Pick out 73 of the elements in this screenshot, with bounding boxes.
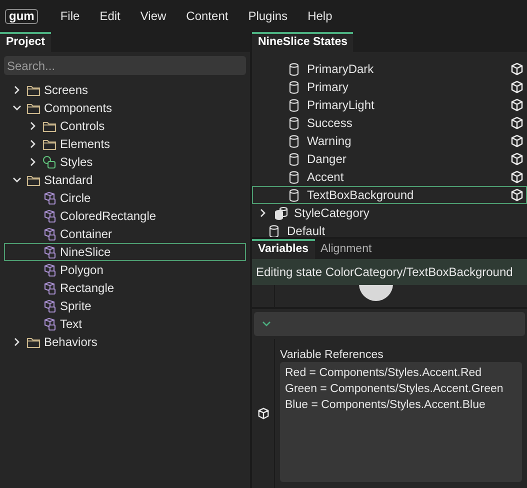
cube-icon[interactable] <box>510 170 524 184</box>
tree-item[interactable]: Circle <box>4 189 246 207</box>
cube-icon[interactable] <box>510 116 524 130</box>
state-item[interactable]: TextBoxBackground <box>252 186 527 204</box>
component-icon <box>42 227 57 241</box>
chevron-right-icon[interactable] <box>28 139 38 149</box>
cube-icon[interactable] <box>510 80 524 94</box>
state-item[interactable]: Danger <box>252 150 527 168</box>
app-logo[interactable]: gum <box>5 8 38 24</box>
folder-icon <box>26 83 41 97</box>
tree-item[interactable]: Standard <box>4 171 246 189</box>
chevron-right-icon[interactable] <box>28 121 38 131</box>
tab[interactable]: Variables <box>252 239 315 259</box>
menu-item[interactable]: Edit <box>90 9 130 23</box>
state-item[interactable]: Warning <box>252 132 527 150</box>
cube-icon[interactable] <box>510 152 524 166</box>
tree-item[interactable]: Components <box>4 99 246 117</box>
folder-icon <box>42 119 57 133</box>
state-item[interactable]: Success <box>252 114 527 132</box>
state-item[interactable]: StyleCategory <box>252 204 527 222</box>
state-item[interactable]: PrimaryLight <box>252 96 527 114</box>
references-field[interactable]: Red = Components/Styles.Accent.Red Green = Components/Styles.Accent.Green Blue = Components/Styles.Accent.Blue <box>280 362 522 482</box>
cube-icon[interactable] <box>510 62 524 76</box>
tree-item[interactable]: Screens <box>4 81 246 99</box>
cylinders-icon <box>274 206 289 220</box>
chevron-right-icon[interactable] <box>12 337 22 347</box>
field-label: Variable References <box>280 349 384 361</box>
menu-item[interactable]: Content <box>176 9 238 23</box>
tree-item[interactable]: Controls <box>4 117 246 135</box>
component-icon <box>42 263 57 277</box>
folder-icon <box>42 137 57 151</box>
tab[interactable]: Alignment <box>314 239 378 259</box>
chevron-down-icon[interactable] <box>12 175 22 185</box>
state-item[interactable]: Default <box>252 222 527 237</box>
component-icon <box>42 299 57 313</box>
chevron-right-icon[interactable] <box>258 208 268 218</box>
styles-icon <box>42 155 57 169</box>
component-icon <box>42 281 57 295</box>
chevron-right-icon[interactable] <box>28 157 38 167</box>
cube-icon[interactable] <box>510 98 524 112</box>
tree-item[interactable]: Elements <box>4 135 246 153</box>
tree-item[interactable]: Rectangle <box>4 279 246 297</box>
component-icon <box>42 191 57 205</box>
search-field[interactable]: Search... <box>4 56 246 75</box>
tree-item[interactable]: NineSlice <box>4 243 246 261</box>
component-icon <box>42 317 57 331</box>
folder-icon <box>26 173 41 187</box>
menu-item[interactable]: File <box>50 9 90 23</box>
cube-icon[interactable] <box>510 134 524 148</box>
tab[interactable]: Project <box>0 32 51 52</box>
chevron-right-icon[interactable] <box>12 85 22 95</box>
component-icon <box>42 245 57 259</box>
folder-icon <box>26 101 41 115</box>
tab[interactable]: NineSlice States <box>252 32 354 52</box>
tree-item[interactable]: Sprite <box>4 297 246 315</box>
tree-item[interactable]: Behaviors <box>4 333 246 351</box>
menu-item[interactable]: Plugins <box>238 9 298 23</box>
component-icon <box>42 209 57 223</box>
cube-icon[interactable] <box>510 188 524 202</box>
editing-text: Editing state ColorCategory/TextBoxBackground <box>256 265 513 279</box>
folder-icon <box>26 335 41 349</box>
tree-item[interactable]: Styles <box>4 153 246 171</box>
chevron-down-icon[interactable] <box>12 103 22 113</box>
state-item[interactable]: Accent <box>252 168 527 186</box>
tree-item[interactable]: Container <box>4 225 246 243</box>
menu-item[interactable]: View <box>130 9 176 23</box>
tree-item[interactable]: ColoredRectangle <box>4 207 246 225</box>
state-item[interactable]: Primary <box>252 78 527 96</box>
menu-item[interactable]: Help <box>298 9 342 23</box>
tree-item[interactable]: Polygon <box>4 261 246 279</box>
state-item[interactable]: PrimaryDark <box>252 60 527 78</box>
cube-icon[interactable] <box>256 407 270 420</box>
tree-item[interactable]: Text <box>4 315 246 333</box>
